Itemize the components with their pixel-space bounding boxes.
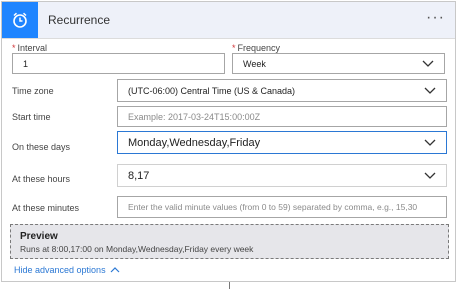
on-these-days-value: Monday,Wednesday,Friday	[128, 136, 261, 149]
at-these-minutes-placeholder: Enter the valid minute values (from 0 to…	[128, 202, 418, 212]
time-zone-label: Time zone	[12, 86, 54, 96]
preview-panel: Preview Runs at 8:00,17:00 on Monday,Wed…	[10, 224, 449, 259]
hide-advanced-options-link[interactable]: Hide advanced options	[14, 265, 120, 275]
interval-value: 1	[23, 58, 29, 69]
recurrence-card: Recurrence ··· * Interval 1 * Frequency We…	[1, 1, 456, 282]
chevron-up-icon	[110, 265, 120, 275]
frequency-label: * Frequency	[232, 43, 281, 53]
preview-text: Runs at 8:00,17:00 on Monday,Wednesday,F…	[20, 244, 254, 254]
at-these-minutes-input[interactable]: Enter the valid minute values (from 0 to…	[117, 196, 447, 218]
on-these-days-label: On these days	[12, 142, 71, 152]
chevron-down-icon	[424, 86, 436, 96]
card-header[interactable]: Recurrence ···	[2, 2, 455, 39]
chevron-down-icon	[424, 137, 436, 149]
more-options-button[interactable]: ···	[426, 10, 445, 26]
advanced-options-label: Hide advanced options	[14, 265, 106, 275]
preview-title: Preview	[20, 231, 58, 242]
at-these-hours-label: At these hours	[12, 174, 71, 184]
start-time-placeholder: Example: 2017-03-24T15:00:00Z	[128, 111, 261, 122]
start-time-input[interactable]: Example: 2017-03-24T15:00:00Z	[117, 106, 447, 127]
frequency-value: Week	[243, 58, 266, 69]
at-these-hours-select[interactable]: 8,17	[117, 164, 447, 187]
card-title: Recurrence	[48, 13, 111, 27]
time-zone-select[interactable]: (UTC-06:00) Central Time (US & Canada)	[117, 79, 447, 102]
chevron-down-icon	[422, 59, 434, 69]
on-these-days-select[interactable]: Monday,Wednesday,Friday	[117, 131, 447, 154]
at-these-minutes-label: At these minutes	[12, 203, 80, 213]
interval-input[interactable]: 1	[12, 53, 225, 74]
connector-line	[229, 282, 230, 289]
alarm-clock-icon	[2, 2, 38, 38]
start-time-label: Start time	[12, 112, 51, 122]
chevron-down-icon	[424, 170, 436, 182]
time-zone-value: (UTC-06:00) Central Time (US & Canada)	[128, 85, 296, 96]
frequency-select[interactable]: Week	[232, 53, 445, 74]
interval-label: * Interval	[12, 43, 48, 53]
at-these-hours-value: 8,17	[128, 169, 150, 182]
